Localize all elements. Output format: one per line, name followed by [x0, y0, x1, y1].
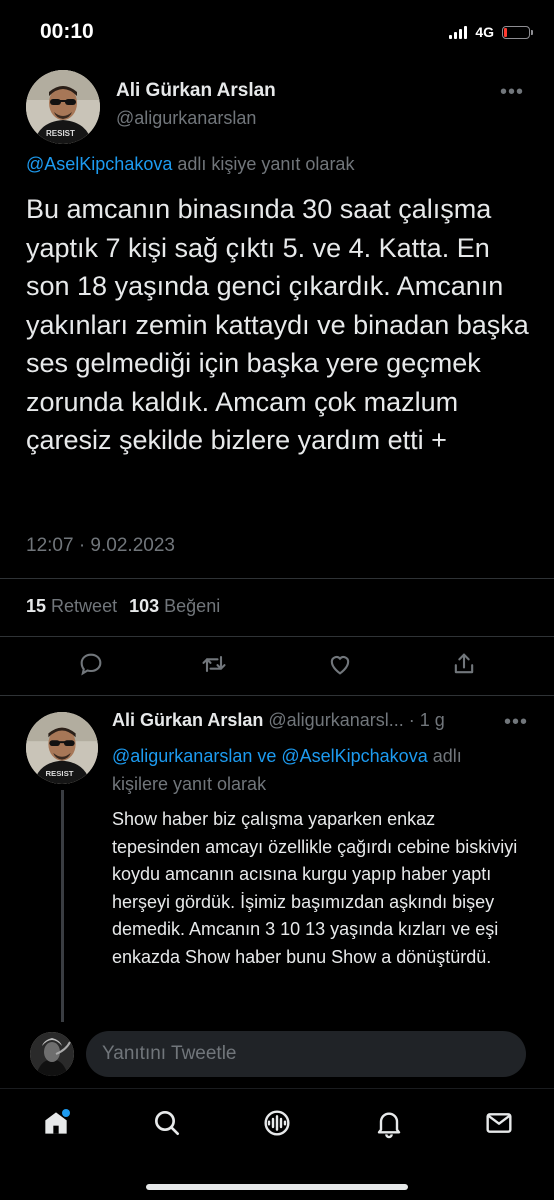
spaces-icon[interactable] [261, 1107, 293, 1139]
status-bar: 00:10 4G [0, 0, 554, 66]
status-time: 00:10 [40, 20, 94, 43]
divider [0, 578, 554, 579]
reply-more-options-icon[interactable]: ••• [504, 712, 528, 732]
messages-icon[interactable] [483, 1107, 515, 1139]
signal-icon [449, 25, 468, 39]
retweet-icon[interactable] [200, 650, 228, 678]
divider [0, 636, 554, 637]
tweet-timestamp[interactable]: 12:07 · 9.02.2023 [26, 535, 175, 557]
reply-input[interactable]: Yanıtını Tweetle [86, 1031, 526, 1077]
retweet-stat[interactable]: 15 Retweet [26, 596, 117, 617]
reply-icon[interactable] [77, 650, 105, 678]
user-avatar[interactable] [30, 1032, 74, 1076]
tweet-actions [0, 650, 554, 686]
notifications-icon[interactable] [373, 1107, 405, 1139]
home-indicator [146, 1184, 408, 1190]
battery-icon [502, 25, 533, 39]
reply-author-handle[interactable]: @aligurkanarsl... [268, 710, 403, 730]
reply-context: @aligurkanarslan ve @AselKipchakova adlı… [112, 742, 522, 798]
retweet-count: 15 [26, 596, 47, 616]
mention-link[interactable]: @AselKipchakova [26, 154, 172, 174]
retweet-label: Retweet [51, 596, 118, 616]
reply-header: Ali Gürkan Arslan @aligurkanarsl... · 1 … [112, 710, 445, 731]
like-icon[interactable] [326, 650, 354, 678]
status-indicators: 4G [449, 24, 533, 40]
like-count: 103 [129, 596, 160, 616]
reply-context-label: adlı kişiye yanıt olarak [172, 154, 355, 174]
reply-context: @AselKipchakova adlı kişiye yanıt olarak [26, 154, 354, 175]
tweet-text: Bu amcanın binasında 30 saat çalışma yap… [26, 194, 529, 455]
reply-author-name[interactable]: Ali Gürkan Arslan [112, 710, 263, 730]
like-stat[interactable]: 103 Beğeni [129, 596, 220, 617]
reply-age: · 1 g [408, 710, 445, 730]
mention-link[interactable]: @aligurkanarslan [112, 746, 252, 766]
home-icon[interactable] [40, 1107, 72, 1139]
share-icon[interactable] [450, 650, 478, 678]
mention-link[interactable]: @AselKipchakova [281, 746, 427, 766]
mention-connector: ve [252, 746, 282, 766]
divider [0, 695, 554, 696]
reply-tweet-text: Show haber biz çalışma yaparken enkaz te… [112, 809, 518, 967]
tab-bar [0, 1088, 554, 1200]
author-handle[interactable]: @aligurkanarslan [116, 108, 256, 129]
tweet-stats: 15 Retweet 103 Beğeni [26, 596, 220, 617]
author-name[interactable]: Ali Gürkan Arslan [116, 80, 276, 102]
author-avatar[interactable]: RESIST [26, 70, 100, 144]
reply-author-avatar[interactable]: RESIST [26, 712, 98, 784]
search-icon[interactable] [151, 1107, 183, 1139]
thread-line [61, 790, 64, 1030]
more-options-icon[interactable]: ••• [500, 82, 524, 102]
svg-text:RESIST: RESIST [45, 769, 73, 778]
like-label: Beğeni [164, 596, 221, 616]
svg-text:RESIST: RESIST [46, 129, 75, 138]
network-type: 4G [475, 24, 494, 40]
